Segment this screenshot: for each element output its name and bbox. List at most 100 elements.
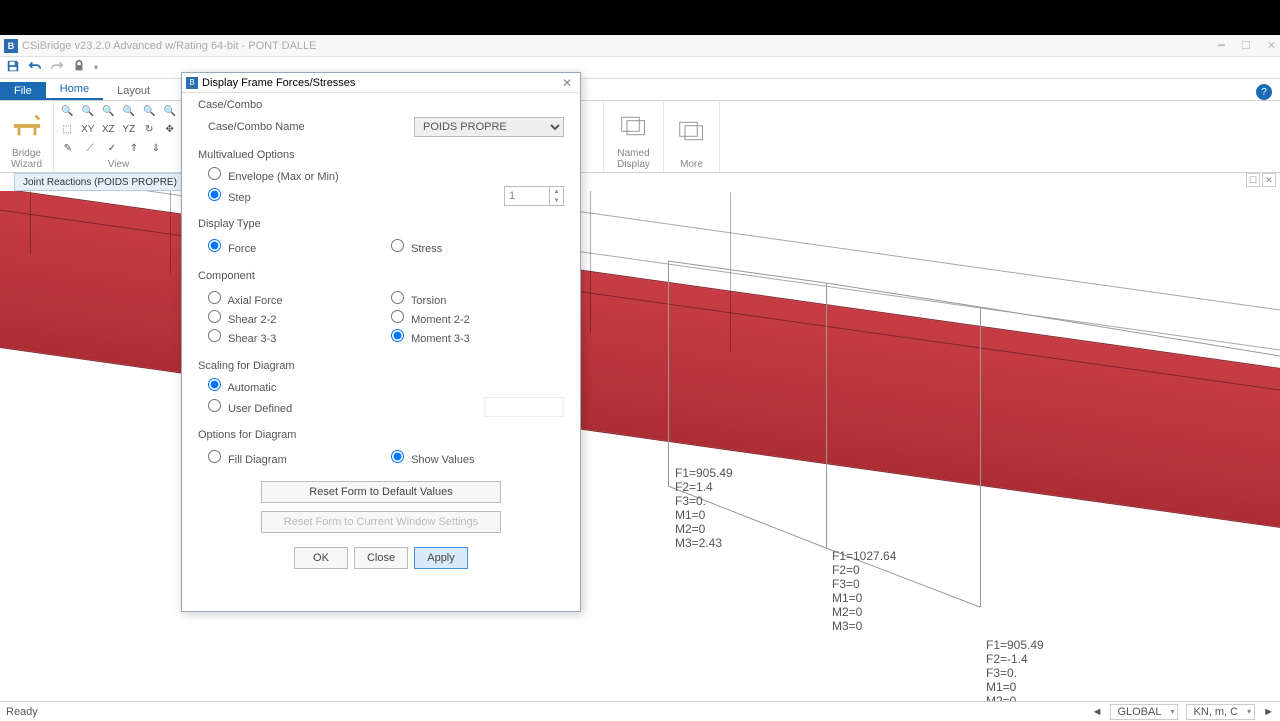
radio-automatic[interactable]: Automatic — [208, 378, 276, 394]
ribbon-group-label: Bridge Wizard — [6, 148, 47, 172]
group-header: Scaling for Diagram — [198, 360, 564, 372]
step-spinner[interactable]: 1▲▼ — [504, 186, 564, 206]
status-bar: Ready ◄ GLOBAL KN, m, C ► — [0, 701, 1280, 721]
group-scaling: Scaling for Diagram Automatic User Defin… — [198, 360, 564, 417]
view-tab-controls: ☐ ✕ — [1246, 173, 1276, 187]
view-3d-icon[interactable]: ⬚ — [60, 122, 75, 138]
radio-moment33[interactable]: Moment 3-3 — [391, 329, 470, 345]
group-header: Case/Combo — [198, 99, 564, 111]
group-display-type: Display Type Force Stress — [198, 218, 564, 258]
reset-default-button[interactable]: Reset Form to Default Values — [261, 481, 501, 503]
view-close-icon[interactable]: ✕ — [1262, 173, 1276, 187]
dialog-title: Display Frame Forces/Stresses — [202, 77, 355, 89]
scroll-right-icon[interactable]: ► — [1263, 706, 1274, 718]
zoom-out-icon[interactable]: 🔍 — [81, 103, 96, 119]
ribbon-group-label: Named Display — [610, 148, 657, 172]
radio-stress[interactable]: Stress — [391, 239, 442, 255]
zoom-extents-icon[interactable]: 🔍 — [101, 103, 116, 119]
ribbon-tab-layout[interactable]: Layout — [103, 82, 164, 100]
qat-dropdown-icon[interactable]: ▾ — [94, 63, 98, 72]
down-icon[interactable]: ⇓ — [148, 140, 164, 156]
group-header: Component — [198, 270, 564, 282]
spin-up-icon[interactable]: ▲ — [550, 187, 563, 196]
measure-icon[interactable]: ⟋ — [82, 140, 98, 156]
dialog-titlebar[interactable]: B Display Frame Forces/Stresses ✕ — [182, 73, 580, 93]
view-xy-icon[interactable]: XY — [81, 122, 96, 138]
bridge-wizard-icon[interactable] — [12, 111, 42, 141]
rotate-icon[interactable]: ↻ — [142, 122, 157, 138]
joint-readout-2: F1=1027.64 F2=0 F3=0 M1=0 M2=0 M3=0 — [832, 549, 896, 633]
ribbon-tab-file[interactable]: File — [0, 82, 46, 100]
pen-icon[interactable]: ✎ — [60, 140, 76, 156]
radio-force[interactable]: Force — [208, 239, 256, 255]
dialog-body: Case/Combo Case/Combo Name POIDS PROPRE … — [182, 93, 580, 611]
named-display-icon[interactable] — [620, 115, 648, 137]
status-ready: Ready — [6, 706, 38, 718]
zoom-window-icon[interactable]: 🔍 — [122, 103, 137, 119]
radio-show-values[interactable]: Show Values — [391, 450, 474, 466]
save-icon[interactable] — [6, 59, 20, 76]
units-dropdown[interactable]: KN, m, C — [1186, 704, 1255, 720]
joint-readout-1: F1=905.49 F2=1.4 F3=0. M1=0 M2=0 M3=2.43 — [675, 466, 733, 550]
case-combo-select[interactable]: POIDS PROPRE — [414, 117, 564, 137]
app-logo-icon: B — [4, 39, 18, 53]
pan-icon[interactable]: ✥ — [163, 122, 178, 138]
app-titlebar: B CSiBridge v23.2.0 Advanced w/Rating 64… — [0, 35, 1280, 57]
window-minimize-icon[interactable]: ━ — [1218, 39, 1225, 52]
undo-icon[interactable] — [28, 59, 42, 76]
ribbon-tab-home[interactable]: Home — [46, 80, 103, 100]
group-component: Component Axial Force Shear 2-2 Shear 3-… — [198, 270, 564, 348]
group-options: Options for Diagram Fill Diagram Show Va… — [198, 429, 564, 469]
close-button[interactable]: Close — [354, 547, 408, 569]
window-controls: ━ ☐ ✕ — [1218, 39, 1276, 52]
zoom-prev-icon[interactable]: 🔍 — [142, 103, 157, 119]
spin-down-icon[interactable]: ▼ — [550, 196, 563, 205]
radio-moment22[interactable]: Moment 2-2 — [391, 310, 470, 326]
apply-button[interactable]: Apply — [414, 547, 468, 569]
radio-torsion[interactable]: Torsion — [391, 291, 446, 307]
ribbon-group-view: 🔍 🔍 🔍 🔍 🔍 🔍 ⬚ XY XZ YZ ↻ ✥ ✎ ⟋ ✓ ⇑ ⇓ Vie… — [54, 101, 184, 172]
radio-step[interactable]: Step — [208, 188, 251, 204]
radio-envelope[interactable]: Envelope (Max or Min) — [208, 167, 339, 183]
radio-shear33[interactable]: Shear 3-3 — [208, 329, 276, 345]
window-maximize-icon[interactable]: ☐ — [1241, 39, 1251, 52]
zoom-icon[interactable]: 🔍 — [163, 103, 178, 119]
ok-button[interactable]: OK — [294, 547, 348, 569]
up-icon[interactable]: ⇑ — [126, 140, 142, 156]
view-yz-icon[interactable]: YZ — [122, 122, 137, 138]
view-tab[interactable]: Joint Reactions (POIDS PROPRE) — [14, 173, 186, 191]
check-icon[interactable]: ✓ — [104, 140, 120, 156]
case-name-label: Case/Combo Name — [208, 121, 305, 133]
video-letterbox-top — [0, 0, 1280, 35]
ribbon-group-label: View — [60, 159, 177, 172]
app-title: CSiBridge v23.2.0 Advanced w/Rating 64-b… — [22, 40, 317, 52]
view-max-icon[interactable]: ☐ — [1246, 173, 1260, 187]
radio-user-defined[interactable]: User Defined — [208, 399, 292, 415]
coord-system-dropdown[interactable]: GLOBAL — [1110, 704, 1178, 720]
help-icon[interactable]: ? — [1256, 84, 1272, 100]
group-header: Display Type — [198, 218, 564, 230]
dialog-frame-forces: B Display Frame Forces/Stresses ✕ Case/C… — [181, 72, 581, 612]
radio-axial[interactable]: Axial Force — [208, 291, 282, 307]
lock-icon[interactable] — [72, 59, 86, 76]
group-multivalued: Multivalued Options Envelope (Max or Min… — [198, 149, 564, 206]
more-icon[interactable] — [678, 120, 706, 142]
redo-icon[interactable] — [50, 59, 64, 76]
ribbon-group-named-display: Named Display — [604, 101, 664, 172]
ribbon-group-wizard: Bridge Wizard — [0, 101, 54, 172]
group-header: Multivalued Options — [198, 149, 564, 161]
window-close-icon[interactable]: ✕ — [1267, 39, 1276, 52]
dialog-logo-icon: B — [186, 77, 198, 89]
ribbon-group-label: More — [680, 159, 703, 172]
view-xz-icon[interactable]: XZ — [101, 122, 116, 138]
user-scale-input[interactable] — [484, 397, 564, 417]
radio-shear22[interactable]: Shear 2-2 — [208, 310, 276, 326]
zoom-in-icon[interactable]: 🔍 — [60, 103, 75, 119]
dialog-close-icon[interactable]: ✕ — [558, 76, 576, 90]
joint-readout-3: F1=905.49 F2=-1.4 F3=0. M1=0 M2=0 M3= — [986, 638, 1044, 701]
ribbon-group-more: More — [664, 101, 720, 172]
radio-fill-diagram[interactable]: Fill Diagram — [208, 450, 287, 466]
group-case-combo: Case/Combo Case/Combo Name POIDS PROPRE — [198, 99, 564, 137]
group-header: Options for Diagram — [198, 429, 564, 441]
coord-arrow-left-icon[interactable]: ◄ — [1092, 706, 1103, 718]
